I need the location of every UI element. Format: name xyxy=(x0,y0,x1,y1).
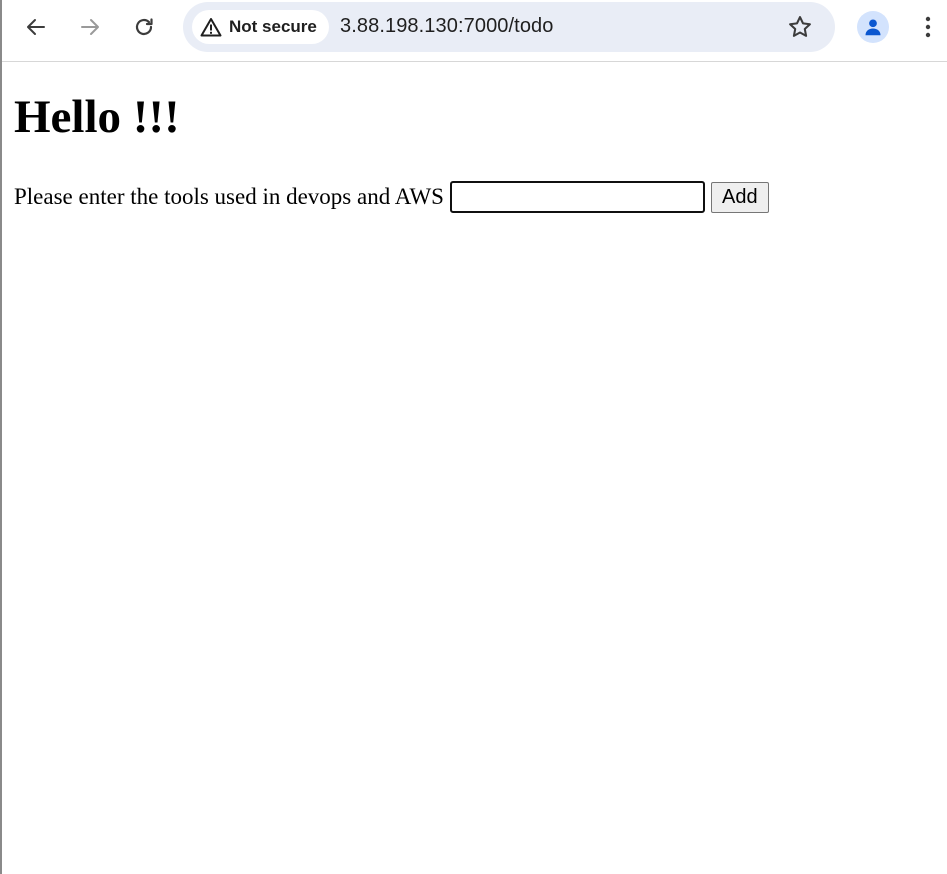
security-label: Not secure xyxy=(229,17,317,36)
three-dots-vertical-icon xyxy=(925,16,931,38)
todo-form: Please enter the tools used in devops an… xyxy=(14,181,769,213)
url-text[interactable]: 3.88.198.130:7000/todo xyxy=(340,15,554,38)
back-button[interactable] xyxy=(18,9,54,45)
page-content: Hello !!! Please enter the tools used in… xyxy=(2,62,947,874)
reload-icon xyxy=(135,18,153,36)
security-indicator[interactable]: Not secure xyxy=(192,10,329,44)
address-bar[interactable]: Not secure 3.88.198.130:7000/todo xyxy=(183,2,835,52)
browser-menu-button[interactable] xyxy=(912,9,944,45)
arrow-left-icon xyxy=(27,19,45,35)
warning-triangle-icon xyxy=(200,18,222,37)
forward-button[interactable] xyxy=(72,9,108,45)
tool-input-label: Please enter the tools used in devops an… xyxy=(14,184,444,209)
browser-toolbar: Not secure 3.88.198.130:7000/todo xyxy=(2,0,947,62)
arrow-right-icon xyxy=(81,19,99,35)
browser-window: Not secure 3.88.198.130:7000/todo Hello … xyxy=(0,0,947,874)
reload-button[interactable] xyxy=(126,9,162,45)
profile-button[interactable] xyxy=(857,11,889,43)
star-icon xyxy=(789,16,811,37)
page-heading: Hello !!! xyxy=(14,91,180,143)
bookmark-button[interactable] xyxy=(783,10,817,44)
tool-input[interactable] xyxy=(449,181,705,213)
person-icon xyxy=(865,19,881,36)
add-button[interactable]: Add xyxy=(710,181,769,213)
